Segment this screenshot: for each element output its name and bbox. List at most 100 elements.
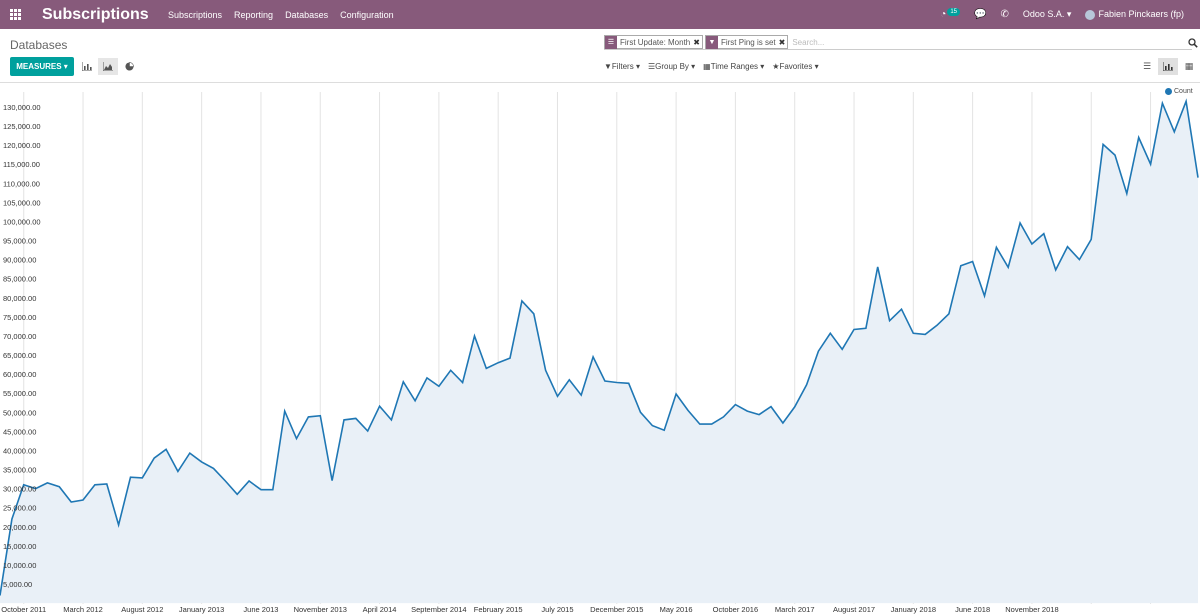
y-tick-label: 30,000.00 [3,485,36,494]
x-tick-label: January 2018 [891,605,936,614]
menu-item-reporting[interactable]: Reporting [228,10,279,20]
list-view-button[interactable]: ☰ [1137,58,1157,75]
activity-clock-icon: ◔ [940,9,947,20]
y-tick-label: 125,000.00 [3,122,41,131]
x-tick-label: June 2018 [955,605,990,614]
measures-button[interactable]: MEASURES ▾ [10,57,74,76]
y-tick-label: 75,000.00 [3,313,36,322]
breadcrumb: Databases [10,38,68,52]
activity-button[interactable]: ◔ 15 [940,8,961,20]
y-tick-label: 25,000.00 [3,504,36,513]
filters-dropdown[interactable]: ▼Filters ▾ [604,62,640,71]
avatar [1085,9,1096,20]
y-tick-label: 105,000.00 [3,198,41,207]
y-tick-label: 10,000.00 [3,561,36,570]
user-menu[interactable]: Fabien Pinckaers (fp) [1085,9,1184,20]
x-tick-label: September 2014 [411,605,466,614]
y-tick-label: 60,000.00 [3,370,36,379]
measures-label: MEASURES [16,62,62,71]
control-panel: Databases ☰ First Update: Month ✖ ▼ Firs… [0,29,1200,83]
x-tick-label: May 2016 [660,605,693,614]
filters-label: Filters [611,62,634,71]
top-navbar: Subscriptions Subscriptions Reporting Da… [0,0,1200,29]
graph-view-button[interactable] [1158,58,1178,75]
app-title[interactable]: Subscriptions [42,6,152,24]
search-input[interactable]: Search... [792,38,824,47]
pivot-view-button[interactable]: ▦ [1179,58,1199,75]
chevron-down-icon: ▾ [1066,9,1072,19]
search-facet-filter[interactable]: ▼ First Ping is set ✖ [704,35,789,49]
caret-down-icon: ▾ [691,62,696,71]
remove-facet-icon[interactable]: ✖ [693,38,702,47]
menu-item-databases[interactable]: Databases [279,10,334,20]
y-tick-label: 100,000.00 [3,217,41,226]
facet-value: First Update: Month [620,37,691,47]
user-name: Fabien Pinckaers (fp) [1098,9,1184,20]
line-chart-button[interactable] [98,58,118,75]
area-chart-icon [103,62,113,71]
search-options: ▼Filters ▾ ☰Group By ▾ ▦Time Ranges ▾ ★F… [604,62,819,71]
y-tick-label: 5,000.00 [3,580,32,589]
search-icon[interactable] [1188,38,1198,48]
x-tick-label: August 2017 [833,605,875,614]
calendar-icon: ▦ [703,62,711,71]
activity-count-badge: 15 [947,8,961,16]
y-tick-label: 35,000.00 [3,466,36,475]
legend-swatch [1165,88,1172,95]
y-tick-label: 65,000.00 [3,351,36,360]
caret-down-icon: ▾ [635,62,640,71]
favorites-dropdown[interactable]: ★Favorites ▾ [772,62,818,71]
remove-facet-icon[interactable]: ✖ [779,38,788,47]
company-switcher[interactable]: Odoo S.A. ▾ [1023,9,1072,20]
phone-icon[interactable]: ✆ [1000,9,1008,20]
y-tick-label: 80,000.00 [3,294,36,303]
x-tick-label: October 2016 [713,605,758,614]
caret-down-icon: ▾ [814,62,819,71]
company-name: Odoo S.A. [1022,9,1065,19]
chart-legend[interactable]: Count [1165,88,1193,95]
search-facet-groupby[interactable]: ☰ First Update: Month ✖ [604,35,703,49]
x-tick-label: April 2014 [363,605,397,614]
line-chart: 5,000.00 10,000.00 15,000.00 20,000.00 25,00… [0,92,1199,614]
bar-chart-icon [82,62,92,71]
caret-down-icon: ▾ [760,62,765,71]
groupby-label: Group By [655,62,689,71]
x-tick-label: November 2013 [294,605,347,614]
pivot-table-icon: ▦ [1184,61,1194,71]
apps-menu-icon[interactable] [0,0,30,29]
pie-chart-button[interactable] [119,58,139,75]
y-tick-label: 85,000.00 [3,275,36,284]
x-tick-label: March 2017 [775,605,815,614]
bar-chart-button[interactable] [77,58,97,75]
y-tick-label: 50,000.00 [3,408,36,417]
y-tick-label: 115,000.00 [3,160,40,169]
y-tick-label: 90,000.00 [3,256,36,265]
graph-view-icon [1163,62,1173,71]
list-view-icon: ☰ [1142,61,1152,71]
y-tick-label: 95,000.00 [3,237,36,246]
x-tick-label: February 2015 [474,605,523,614]
favorites-label: Favorites [779,62,813,71]
y-tick-label: 40,000.00 [3,446,36,455]
x-tick-label: August 2012 [121,605,163,614]
messaging-icon[interactable]: 💬 [974,9,986,20]
y-tick-label: 130,000.00 [3,103,41,112]
x-tick-label: October 2011 [1,605,46,614]
x-tick-label: June 2013 [243,605,278,614]
menu-item-configuration[interactable]: Configuration [334,10,400,20]
caret-down-icon: ▾ [63,62,68,71]
pie-chart-icon [124,62,134,71]
systray: ◔ 15 💬 ✆ Odoo S.A. ▾ Fabien Pinckaers (fp… [940,8,1200,20]
series-area-count [0,101,1198,604]
search-bar[interactable]: ☰ First Update: Month ✖ ▼ First Ping is … [604,35,1192,50]
x-tick-label: July 2015 [541,605,573,614]
menu-item-subscriptions[interactable]: Subscriptions [162,10,228,20]
x-tick-label: November 2018 [1005,605,1058,614]
filter-icon: ▼ [705,35,718,49]
timeranges-dropdown[interactable]: ▦Time Ranges ▾ [703,62,764,71]
groupby-dropdown[interactable]: ☰Group By ▾ [648,62,695,71]
legend-label: Count [1174,88,1193,95]
facet-value: First Ping is set [720,37,776,47]
x-tick-label: January 2013 [179,605,224,614]
y-tick-label: 20,000.00 [3,523,36,532]
